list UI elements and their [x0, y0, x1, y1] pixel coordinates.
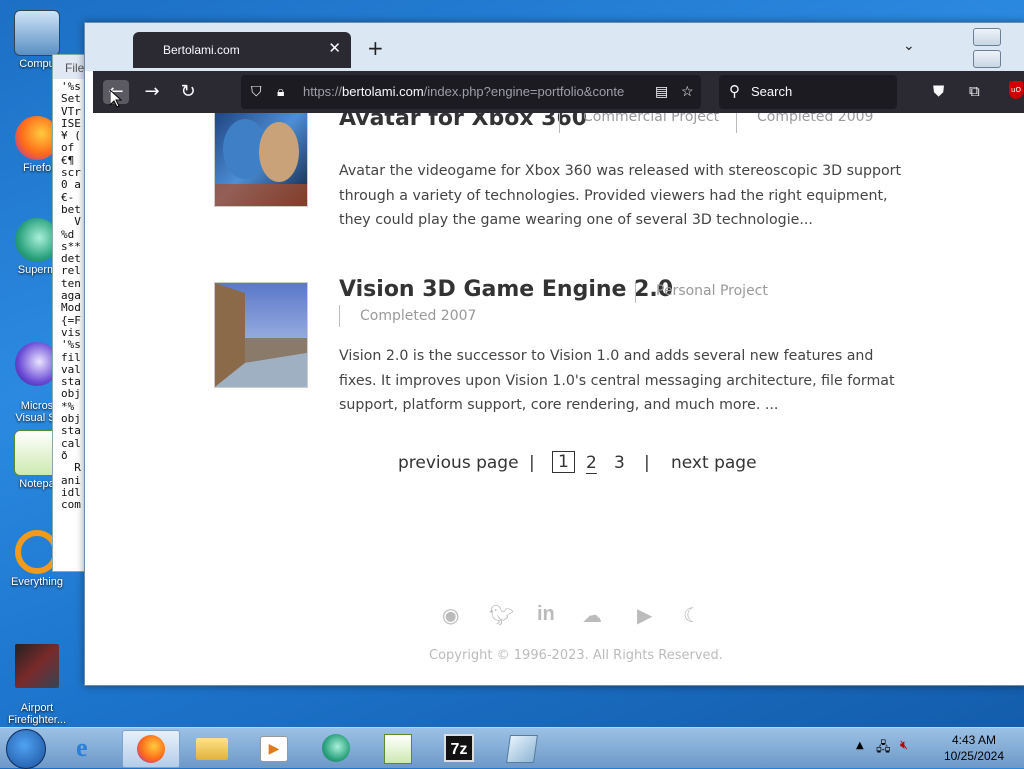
- network-icon[interactable]: 🖧︎: [876, 738, 891, 760]
- close-icon[interactable]: ✕: [328, 39, 341, 57]
- avatar-thumbnail[interactable]: [214, 113, 308, 207]
- firefox-icon: [137, 735, 165, 763]
- vision-engine-thumbnail[interactable]: [214, 282, 308, 388]
- start-button[interactable]: [6, 729, 46, 769]
- volume-muted-icon[interactable]: 🔇︎: [900, 738, 908, 753]
- chevron-down-icon[interactable]: ⌄: [903, 38, 915, 54]
- firefox-window[interactable]: Bertolami.com ✕ + ⌄ ← → ↻ ⛉ 🔒︎ https://b…: [84, 22, 1024, 686]
- taskbar: e ▶ 7z ▲ 🖧︎ 🔇︎ 4:43 AM 10/25/2024: [0, 727, 1024, 769]
- desktop-icon-label: Firefo: [22, 162, 52, 174]
- taskbar-7zip[interactable]: 7z: [432, 730, 488, 766]
- taskbar-notepad-plus[interactable]: [370, 730, 426, 766]
- desktop-icon-label: Compu: [19, 58, 55, 70]
- project-completed: Completed 2009: [757, 113, 874, 125]
- pocket-icon[interactable]: ⛊: [933, 82, 944, 100]
- soundcloud-icon[interactable]: ☁: [582, 603, 602, 627]
- desktop-icon-label: Everything: [11, 576, 63, 588]
- separator: [339, 305, 340, 327]
- media-player-icon: ▶: [260, 736, 288, 762]
- taskbar-supermium[interactable]: [308, 730, 364, 766]
- reader-view-icon[interactable]: ▤: [655, 83, 668, 100]
- desktop-icon-label: Notepa: [19, 478, 55, 490]
- forward-arrow-icon[interactable]: →: [139, 80, 165, 104]
- next-page-link[interactable]: next page: [671, 453, 757, 473]
- reload-icon[interactable]: ↻: [175, 80, 201, 104]
- supermium-icon: [322, 734, 350, 762]
- airport-firefighter-icon: [15, 644, 59, 688]
- search-bar[interactable]: ⚲ Search: [719, 75, 897, 109]
- plus-icon[interactable]: +: [367, 36, 384, 60]
- taskbar-notepad[interactable]: [494, 730, 550, 766]
- clock[interactable]: 4:43 AM 10/25/2024: [944, 732, 1004, 764]
- page-2-link[interactable]: 2: [586, 453, 597, 473]
- mouse-cursor-icon: [110, 90, 122, 108]
- url-text[interactable]: https://bertolami.com/index.php?engine=p…: [303, 84, 643, 99]
- moon-icon[interactable]: ☾: [683, 603, 701, 627]
- window-controls: [973, 28, 1024, 72]
- nav-toolbar: ← → ↻ ⛉ 🔒︎ https://bertolami.com/index.p…: [93, 71, 1024, 113]
- search-placeholder: Search: [751, 84, 793, 99]
- desktop-icon-label: Superm: [17, 264, 57, 276]
- internet-explorer-icon: e: [76, 733, 88, 762]
- tab-title: Bertolami.com: [163, 43, 240, 57]
- previous-page-link[interactable]: previous page: [398, 453, 519, 473]
- project-description: Vision 2.0 is the successor to Vision 1.…: [339, 348, 895, 413]
- maximize-button[interactable]: [973, 50, 1001, 68]
- minimize-button[interactable]: [973, 28, 1001, 46]
- 7zip-icon: 7z: [444, 734, 474, 762]
- desktop-icon-airport-firefighter[interactable]: Airport Firefighter...: [2, 632, 72, 726]
- shield-icon[interactable]: ⛉: [251, 83, 262, 100]
- lock-icon[interactable]: 🔒︎: [277, 83, 284, 100]
- pagination-separator: |: [644, 453, 650, 473]
- search-icon: ⚲: [729, 83, 740, 100]
- desktop-icon-label: Airport Firefighter...: [7, 702, 67, 726]
- show-hidden-icons-icon[interactable]: ▲: [856, 740, 864, 751]
- tab-bertolami[interactable]: Bertolami.com ✕: [133, 32, 351, 68]
- ublock-icon[interactable]: uO: [1009, 81, 1023, 99]
- taskbar-firefox[interactable]: [122, 730, 180, 768]
- linkedin-icon[interactable]: in: [537, 603, 555, 626]
- pagination-separator: |: [529, 453, 535, 473]
- tab-bar: Bertolami.com ✕ + ⌄: [85, 23, 1024, 71]
- taskbar-internet-explorer[interactable]: e: [62, 730, 118, 766]
- computer-icon: [14, 10, 60, 56]
- separator: [635, 281, 636, 303]
- page-content: Avatar for Xbox 360 Commercial Project C…: [93, 113, 1024, 675]
- twitter-icon[interactable]: 🐦︎: [489, 603, 514, 627]
- separator: [736, 113, 737, 133]
- clock-date: 10/25/2024: [943, 749, 1004, 763]
- system-tray: ▲ 🖧︎ 🔇︎ 4:43 AM 10/25/2024: [854, 728, 1024, 768]
- page-1-link[interactable]: 1: [552, 451, 575, 473]
- notepad-icon: [506, 735, 538, 763]
- github-icon[interactable]: ◉: [442, 603, 459, 627]
- copyright-text: Copyright © 1996-2023. All Rights Reserv…: [429, 648, 723, 663]
- url-host: bertolami.com: [342, 84, 424, 99]
- clock-time: 4:43 AM: [951, 733, 996, 747]
- folder-icon: [196, 738, 228, 760]
- separator: [559, 113, 560, 133]
- project-completed: Completed 2007: [360, 308, 477, 324]
- address-bar[interactable]: ⛉ 🔒︎ https://bertolami.com/index.php?eng…: [241, 75, 701, 109]
- page-3-link[interactable]: 3: [614, 453, 625, 473]
- taskbar-explorer[interactable]: [184, 730, 240, 766]
- project-description: Avatar the videogame for Xbox 360 was re…: [339, 163, 902, 228]
- notepad-plus-icon: [384, 734, 412, 764]
- taskbar-media-player[interactable]: ▶: [246, 730, 302, 766]
- star-icon[interactable]: ☆: [681, 83, 694, 100]
- extensions-icon[interactable]: ⧉: [969, 82, 980, 100]
- url-path: /index.php?engine=portfolio&conte: [423, 84, 625, 99]
- youtube-icon[interactable]: ▶: [637, 603, 652, 627]
- project-category: Commercial Project: [583, 113, 720, 125]
- project-title[interactable]: Vision 3D Game Engine 2.0: [339, 277, 673, 302]
- url-prefix: https://: [303, 84, 343, 99]
- project-title[interactable]: Avatar for Xbox 360: [339, 113, 587, 131]
- project-category: Personal Project: [656, 283, 768, 299]
